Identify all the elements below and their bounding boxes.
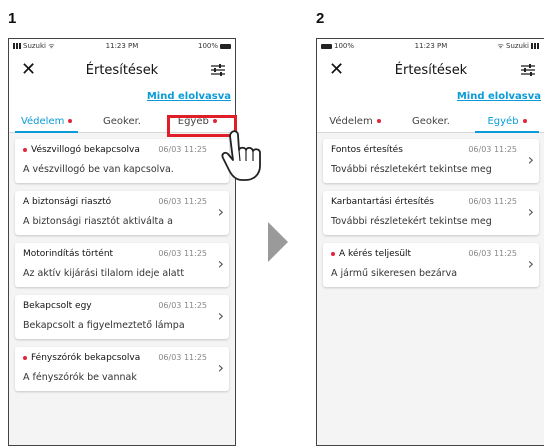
signal-icon <box>531 43 539 49</box>
notification-title: A biztonsági riasztó <box>23 197 112 207</box>
phone-screen-1: Suzuki ᯤ 11:23 PM 100% ✕ Értesítések Min… <box>8 38 236 446</box>
notification-title: Vészvillogó bekapcsolva <box>31 145 140 155</box>
app-header: ✕ Értesítések <box>9 53 235 91</box>
phone-screen-2: 100% 11:23 PM ᯤ Suzuki ✕ Értesítések Min… <box>316 38 544 446</box>
unread-dot <box>331 251 335 256</box>
notification-body: További részletekért tekintse meg <box>331 164 492 175</box>
notification-time: 06/03 11:25 <box>158 353 207 362</box>
notification-title: Fontos értesítés <box>331 145 403 155</box>
notification-title: Bekapcsolt egy <box>23 301 92 311</box>
notification-body: A jármű sikeresen bezárva <box>331 268 458 279</box>
tab-label: Védelem <box>20 116 65 127</box>
unread-dot <box>23 355 27 360</box>
notification-card[interactable]: A kérés teljesült 06/03 11:25 A jármű si… <box>323 243 539 287</box>
notification-title: Fényszórók bekapcsolva <box>31 353 141 363</box>
tab-label: Geoker. <box>103 116 141 127</box>
unread-dot <box>376 119 381 123</box>
notification-time: 06/03 11:25 <box>468 249 517 258</box>
notification-card[interactable]: Vészvillogó bekapcsolva 06/03 11:25 A vé… <box>15 139 229 183</box>
notification-title: Motorindítás történt <box>23 249 114 259</box>
app-header: ✕ Értesítések <box>317 53 544 91</box>
notification-card[interactable]: Fényszórók bekapcsolva 06/03 11:25 A fén… <box>15 347 229 391</box>
tab-egyeb[interactable]: Egyéb <box>469 107 544 133</box>
notification-title: A kérés teljesült <box>339 249 412 259</box>
battery-icon <box>220 43 231 49</box>
notification-card[interactable]: Bekapcsolt egy 06/03 11:25 Bekapcsolt a … <box>15 295 229 339</box>
step-number-2: 2 <box>316 10 325 27</box>
chevron-right-icon: › <box>217 202 224 221</box>
notification-time: 06/03 11:25 <box>468 197 517 206</box>
notification-time: 06/03 11:25 <box>468 145 517 154</box>
pointing-hand-icon <box>221 130 261 181</box>
notification-body: További részletekért tekintse meg <box>331 216 492 227</box>
notification-body: A biztonsági riasztót aktiválta a <box>23 216 173 227</box>
chevron-right-icon: › <box>217 306 224 325</box>
chevron-right-icon: › <box>217 254 224 273</box>
arrow-right-icon <box>268 222 288 262</box>
tab-vedelem[interactable]: Védelem <box>317 107 393 132</box>
tab-label: Geoker. <box>412 116 450 127</box>
notification-time: 06/03 11:25 <box>158 197 207 206</box>
tab-geoker[interactable]: Geoker. <box>393 107 469 132</box>
chevron-right-icon: › <box>217 358 224 377</box>
mark-all-read-link[interactable]: Mind elolvasva <box>317 91 544 107</box>
chevron-right-icon: › <box>527 254 534 273</box>
notification-time: 06/03 11:25 <box>158 301 207 310</box>
tab-vedelem[interactable]: Védelem <box>9 107 84 133</box>
status-bar: Suzuki ᯤ 11:23 PM 100% <box>9 39 235 53</box>
notification-card[interactable]: Karbantartási értesítés 06/03 11:25 Tová… <box>323 191 539 235</box>
notification-time: 06/03 11:25 <box>158 145 207 154</box>
notification-card[interactable]: Motorindítás történt 06/03 11:25 Az aktí… <box>15 243 229 287</box>
filter-icon[interactable] <box>521 64 535 76</box>
notification-body: A fényszórók be vannak <box>23 372 137 383</box>
notification-title: Karbantartási értesítés <box>331 197 434 207</box>
notification-card[interactable]: Fontos értesítés 06/03 11:25 További rés… <box>323 139 539 183</box>
filter-icon[interactable] <box>211 64 225 76</box>
tab-geoker[interactable]: Geoker. <box>84 107 159 132</box>
tab-label: Védelem <box>329 116 373 127</box>
unread-dot <box>522 119 527 123</box>
notification-body: Bekapcsolt a figyelmeztető lámpa <box>23 320 185 331</box>
notification-list: Vészvillogó bekapcsolva 06/03 11:25 A vé… <box>9 133 235 445</box>
notification-body: A vészvillogó be van kapcsolva. <box>23 164 174 175</box>
notification-body: Az aktív kijárási tilalom ideje alatt <box>23 268 185 279</box>
mark-all-read-link[interactable]: Mind elolvasva <box>9 91 235 107</box>
notification-card[interactable]: A biztonsági riasztó 06/03 11:25 A bizto… <box>15 191 229 235</box>
page-title: Értesítések <box>85 63 159 78</box>
carrier-name: Suzuki <box>506 42 529 50</box>
notification-list: Fontos értesítés 06/03 11:25 További rés… <box>317 133 544 445</box>
step-number-1: 1 <box>8 10 17 27</box>
wifi-icon: ᯤ <box>497 42 504 50</box>
page-title: Értesítések <box>394 63 468 78</box>
chevron-right-icon: › <box>527 150 534 169</box>
battery-percent: 100% <box>197 42 218 50</box>
tab-bar: Védelem Geoker. Egyéb <box>317 107 544 133</box>
tab-label: Egyéb <box>487 116 519 127</box>
notification-time: 06/03 11:25 <box>158 249 207 258</box>
unread-dot <box>23 147 27 152</box>
chevron-right-icon: › <box>527 202 534 221</box>
unread-dot <box>68 119 73 123</box>
status-bar: 100% 11:23 PM ᯤ Suzuki <box>317 39 544 53</box>
